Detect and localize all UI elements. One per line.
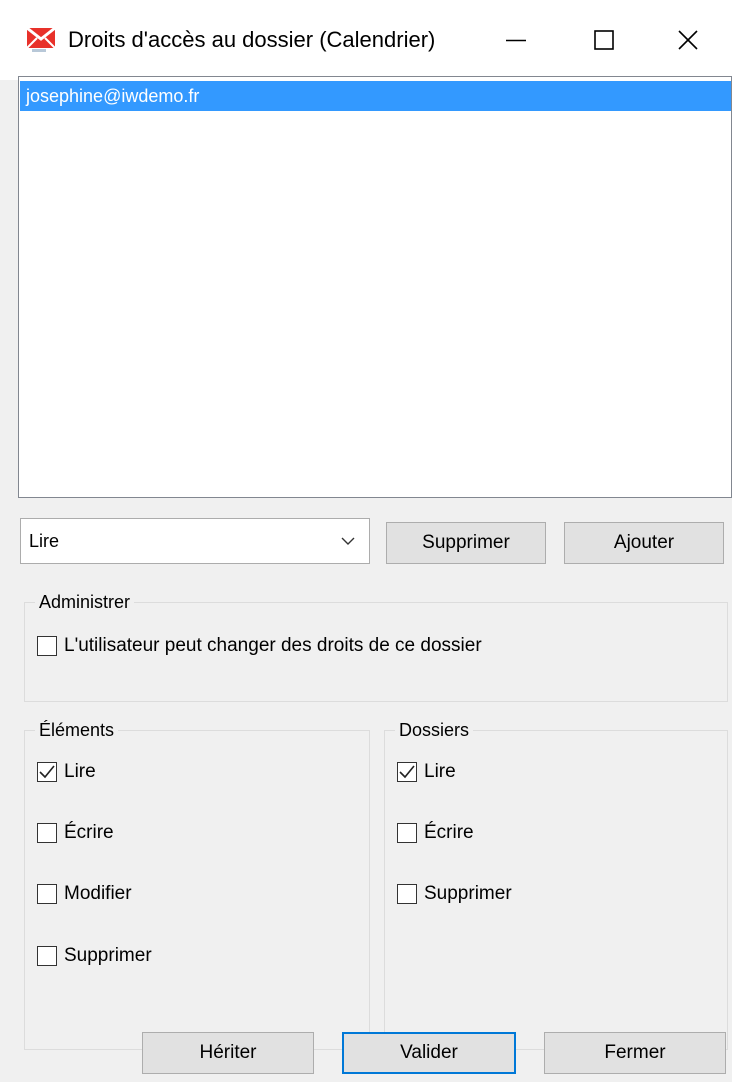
close-button[interactable]: Fermer xyxy=(544,1032,726,1074)
checkbox-label: Écrire xyxy=(424,822,474,843)
minimize-button[interactable] xyxy=(492,18,540,62)
admin-group: Administrer L'utilisateur peut changer d… xyxy=(24,590,728,702)
checkmark-icon xyxy=(39,765,55,779)
window-title: Droits d'accès au dossier (Calendrier) xyxy=(68,27,436,52)
inherit-button[interactable]: Hériter xyxy=(142,1032,314,1074)
checkbox-label: Lire xyxy=(424,761,456,782)
checkmark-icon xyxy=(399,765,415,779)
title-bar: Droits d'accès au dossier (Calendrier) xyxy=(0,0,732,80)
validate-button[interactable]: Valider xyxy=(342,1032,516,1074)
items-write-checkbox[interactable]: Écrire xyxy=(37,820,114,846)
items-read-checkbox[interactable]: Lire xyxy=(37,759,96,785)
folders-read-checkbox[interactable]: Lire xyxy=(397,759,456,785)
mail-app-icon xyxy=(26,26,56,52)
rights-dropdown-value: Lire xyxy=(29,531,60,551)
admin-change-rights-checkbox[interactable]: L'utilisateur peut changer des droits de… xyxy=(37,633,482,659)
items-group: Éléments Lire Écrire Modifier Supprimer xyxy=(24,718,370,1050)
checkbox-label: Supprimer xyxy=(424,883,512,904)
rights-dropdown[interactable]: Lire xyxy=(20,518,370,564)
close-icon xyxy=(678,30,698,50)
checkbox-label: L'utilisateur peut changer des droits de… xyxy=(64,635,482,656)
close-window-button[interactable] xyxy=(664,18,712,62)
checkbox-box[interactable] xyxy=(37,762,57,782)
maximize-button[interactable] xyxy=(580,18,628,62)
checkbox-label: Modifier xyxy=(64,883,132,904)
user-list[interactable]: josephine@iwdemo.fr xyxy=(18,76,732,498)
checkbox-box[interactable] xyxy=(37,823,57,843)
folders-group-legend: Dossiers xyxy=(395,718,474,742)
folders-write-checkbox[interactable]: Écrire xyxy=(397,820,474,846)
items-delete-checkbox[interactable]: Supprimer xyxy=(37,943,152,969)
checkbox-box[interactable] xyxy=(397,884,417,904)
minimize-icon xyxy=(506,39,526,42)
folders-delete-checkbox[interactable]: Supprimer xyxy=(397,881,512,907)
user-list-item[interactable]: josephine@iwdemo.fr xyxy=(20,81,731,111)
checkbox-box[interactable] xyxy=(397,762,417,782)
checkbox-box[interactable] xyxy=(37,636,57,656)
checkbox-box[interactable] xyxy=(37,884,57,904)
checkbox-box[interactable] xyxy=(397,823,417,843)
items-group-legend: Éléments xyxy=(35,718,119,742)
checkbox-box[interactable] xyxy=(37,946,57,966)
checkbox-label: Écrire xyxy=(64,822,114,843)
chevron-down-icon xyxy=(341,537,355,545)
checkbox-label: Lire xyxy=(64,761,96,782)
maximize-icon xyxy=(594,30,614,50)
remove-button[interactable]: Supprimer xyxy=(386,522,546,564)
checkbox-label: Supprimer xyxy=(64,945,152,966)
folders-group: Dossiers Lire Écrire Supprimer xyxy=(384,718,728,1050)
admin-group-legend: Administrer xyxy=(35,590,135,614)
items-modify-checkbox[interactable]: Modifier xyxy=(37,881,132,907)
add-button[interactable]: Ajouter xyxy=(564,522,724,564)
